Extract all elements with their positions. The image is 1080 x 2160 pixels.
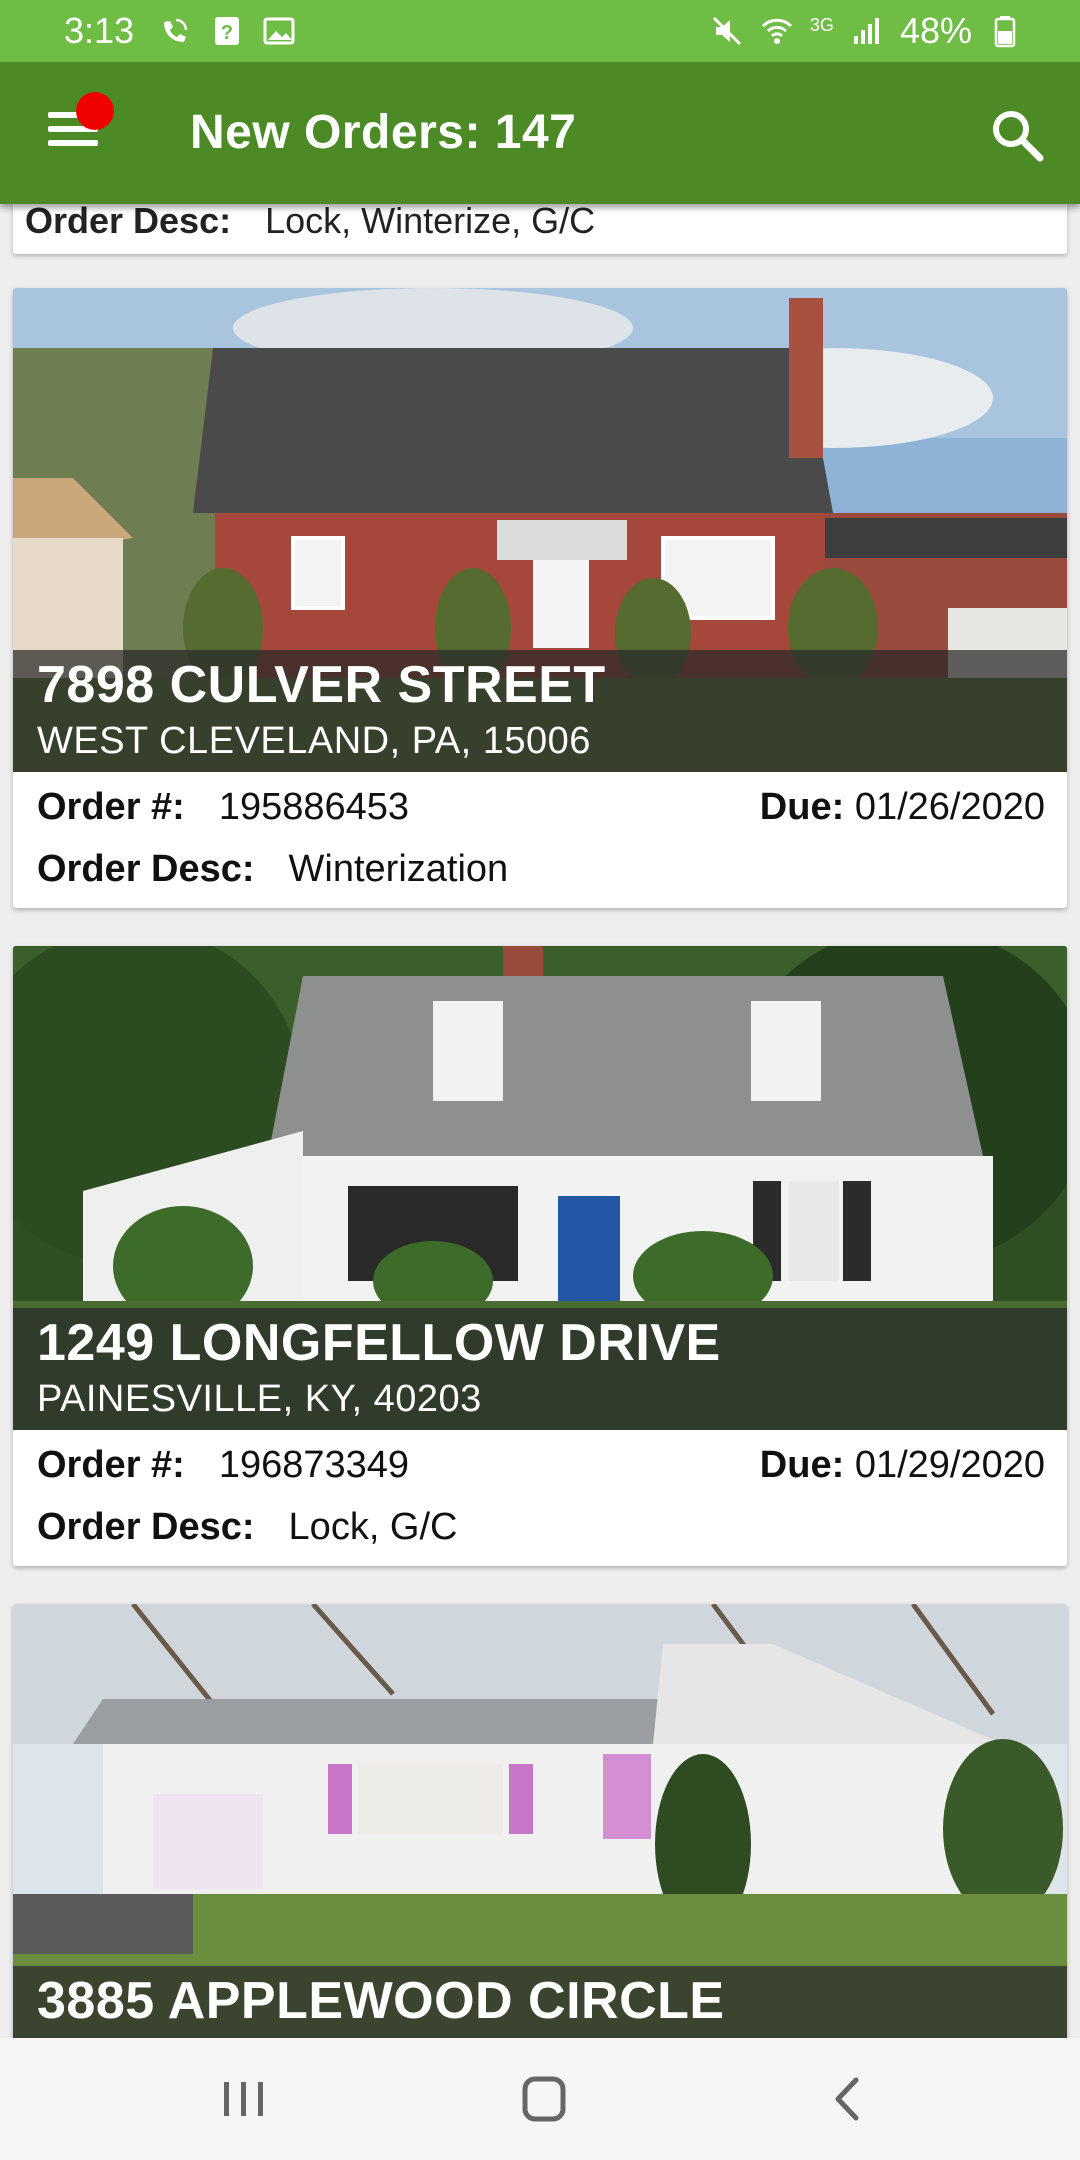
network-type: 3G <box>809 15 834 35</box>
wifi-call-icon <box>164 18 188 42</box>
order-number-value: 196873349 <box>218 1444 410 1486</box>
orders-list[interactable]: Order Desc: Lock, Winterize, G/C 7898 CU… <box>0 204 1080 2038</box>
address-overlay: 3885 APPLEWOOD CIRCLE <box>13 1966 1067 2038</box>
app-bar: New Orders: 147 <box>0 62 1080 204</box>
order-desc-row: Order Desc: Winterization <box>37 848 508 891</box>
image-icon <box>263 17 295 45</box>
order-info: Order #: 196873349 Due: 01/29/2020 Order … <box>13 1430 1067 1566</box>
order-desc-row: Order Desc: Lock, G/C <box>37 1506 458 1549</box>
property-photo: 3885 APPLEWOOD CIRCLE <box>13 1604 1067 2038</box>
due-date-value: 01/29/2020 <box>854 1444 1045 1486</box>
order-desc-row: Order Desc: Lock, Winterize, G/C <box>25 204 595 242</box>
system-nav-bar <box>0 2038 1080 2160</box>
battery-percent: 48% <box>899 10 972 51</box>
back-icon[interactable] <box>818 2074 878 2124</box>
wifi-icon <box>761 18 792 44</box>
status-time: 3:13 <box>64 10 135 51</box>
order-card[interactable]: 1249 LONGFELLOW DRIVE PAINESVILLE, KY, 4… <box>13 946 1067 1566</box>
order-desc-value: Lock, G/C <box>288 1506 458 1548</box>
due-date-row: Due: 01/29/2020 <box>760 1444 1045 1487</box>
order-desc-value: Winterization <box>288 848 509 890</box>
notification-dot <box>76 92 114 130</box>
order-number-row: Order #: 195886453 <box>37 786 409 829</box>
mute-icon <box>712 16 741 46</box>
page-title: New Orders: 147 <box>190 106 577 159</box>
battery-icon <box>994 16 1016 48</box>
due-label: Due: <box>759 1444 845 1486</box>
order-desc-label: Order Desc: <box>37 1506 255 1548</box>
city-state-zip: WEST CLEVELAND, PA, 15006 <box>37 720 591 762</box>
city-state-zip: PAINESVILLE, KY, 40203 <box>37 1378 482 1420</box>
order-number-value: 195886453 <box>218 786 410 828</box>
recent-apps-icon[interactable] <box>214 2074 274 2124</box>
order-desc-label: Order Desc: <box>37 848 255 890</box>
order-card[interactable]: 3885 APPLEWOOD CIRCLE <box>13 1604 1067 2038</box>
street-address: 7898 CULVER STREET <box>37 656 606 714</box>
svg-text:?: ? <box>221 22 233 44</box>
order-desc-label: Order Desc: <box>25 204 232 241</box>
property-photo: 7898 CULVER STREET WEST CLEVELAND, PA, 1… <box>13 288 1067 772</box>
status-bar: 3:13 ? 3G 48% <box>0 0 1080 62</box>
order-desc-value: Lock, Winterize, G/C <box>265 204 596 241</box>
order-card[interactable]: 7898 CULVER STREET WEST CLEVELAND, PA, 1… <box>13 288 1067 908</box>
due-date-value: 01/26/2020 <box>854 786 1045 828</box>
order-info: Order #: 195886453 Due: 01/26/2020 Order … <box>13 772 1067 908</box>
order-number-label: Order #: <box>37 1444 185 1486</box>
search-icon[interactable] <box>988 106 1046 164</box>
property-photo: 1249 LONGFELLOW DRIVE PAINESVILLE, KY, 4… <box>13 946 1067 1430</box>
order-number-label: Order #: <box>37 786 185 828</box>
signal-icon <box>853 18 879 44</box>
street-address: 3885 APPLEWOOD CIRCLE <box>37 1972 725 2030</box>
home-icon[interactable] <box>514 2074 574 2124</box>
due-label: Due: <box>759 786 845 828</box>
street-address: 1249 LONGFELLOW DRIVE <box>37 1314 721 1372</box>
due-date-row: Due: 01/26/2020 <box>760 786 1045 829</box>
address-overlay: 1249 LONGFELLOW DRIVE PAINESVILLE, KY, 4… <box>13 1308 1067 1430</box>
order-number-row: Order #: 196873349 <box>37 1444 409 1487</box>
address-overlay: 7898 CULVER STREET WEST CLEVELAND, PA, 1… <box>13 650 1067 772</box>
question-box-icon: ? <box>215 17 239 45</box>
order-card-partial[interactable]: Order Desc: Lock, Winterize, G/C <box>13 204 1067 254</box>
